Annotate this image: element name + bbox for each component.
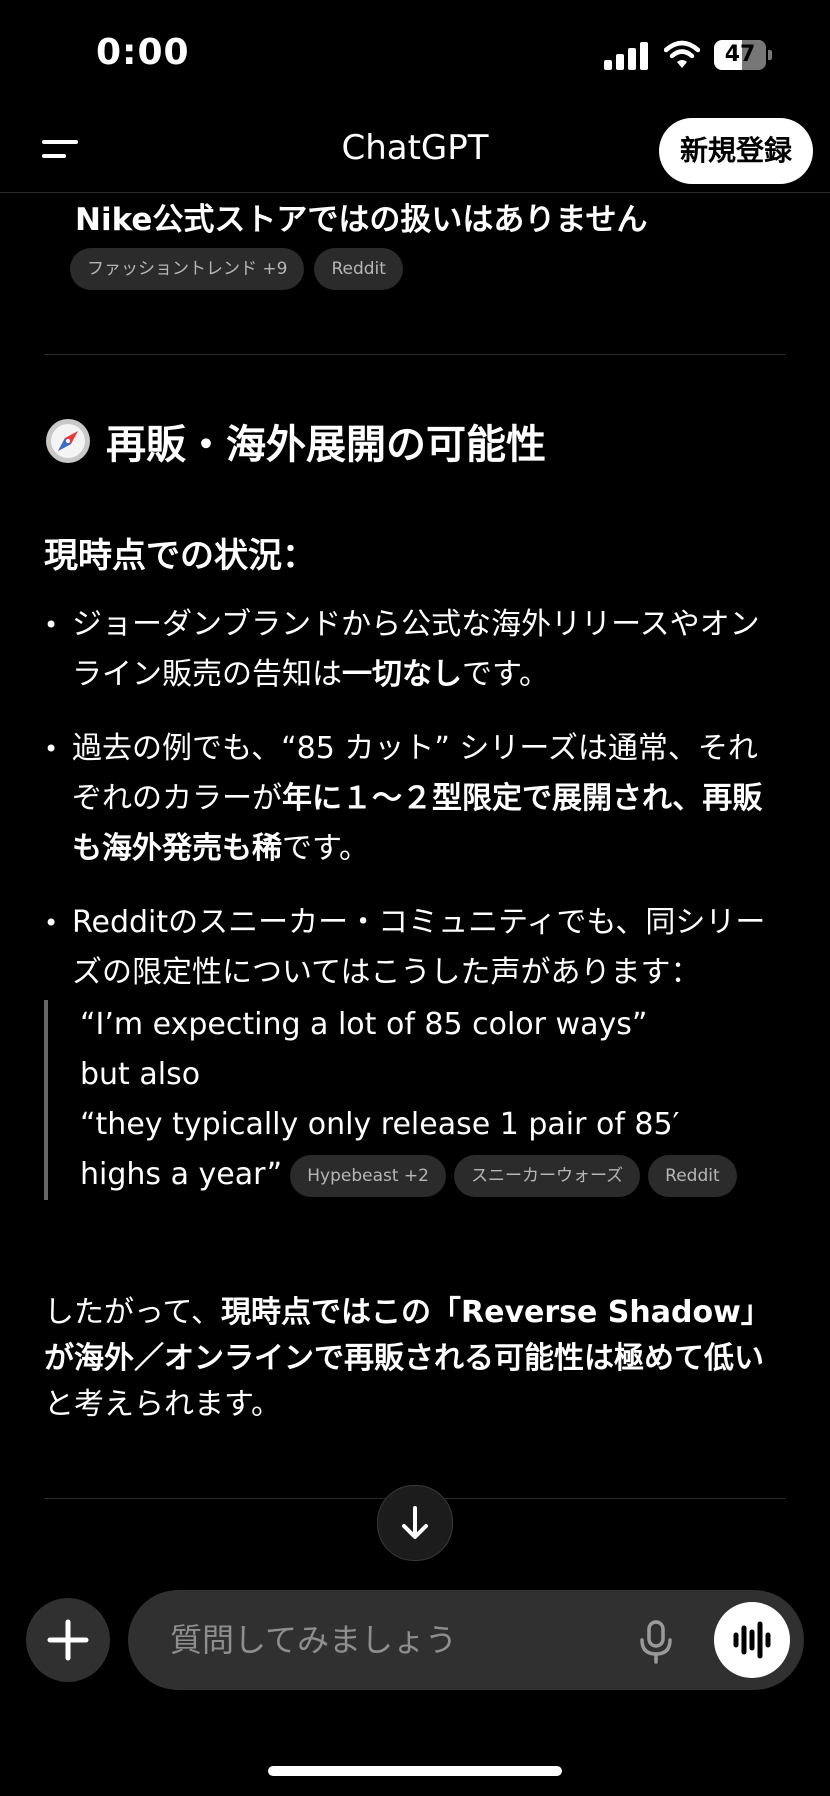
source-chip[interactable]: Hypebeast +2 <box>290 1154 446 1197</box>
message-input[interactable]: 質問してみましょう <box>128 1590 804 1690</box>
status-bar: 0:00 47 <box>0 0 830 110</box>
quote-line: highs a year” <box>80 1157 283 1192</box>
input-placeholder: 質問してみましょう <box>170 1621 458 1659</box>
plus-icon <box>47 1619 89 1661</box>
section-heading: 再販・海外展開の可能性 <box>44 412 546 470</box>
attach-button[interactable] <box>26 1598 110 1682</box>
signup-button[interactable]: 新規登録 <box>659 118 813 184</box>
bullet-bold-text: 一切なし <box>342 657 462 692</box>
chat-content: Nike公式ストアではの扱いはありません ファッショントレンド +9 Reddit… <box>0 192 830 1570</box>
battery-icon: 47 <box>714 40 772 70</box>
previous-text-line: Nike公式ストアではの扱いはありません <box>75 202 648 238</box>
source-chip[interactable]: ファッショントレンド +9 <box>70 248 305 290</box>
paragraph-text: と考えられます。 <box>44 1387 281 1422</box>
battery-level: 47 <box>724 42 756 67</box>
bullet-text: です。 <box>282 831 369 866</box>
app-header: ChatGPT 新規登録 <box>0 110 830 193</box>
source-chip-row: ファッショントレンド +9 Reddit <box>70 248 413 290</box>
voice-mode-icon <box>733 1621 771 1659</box>
quote-line: but also <box>80 1057 201 1092</box>
paragraph-text: したがって、 <box>44 1295 221 1330</box>
source-chip[interactable]: スニーカーウォーズ <box>453 1154 641 1197</box>
source-chip[interactable]: Reddit <box>648 1154 737 1197</box>
conclusion-paragraph: したがって、現時点ではこの「Reverse Shadow」が海外／オンラインで再… <box>44 1290 786 1428</box>
bullet-list: ジョーダンブランドから公式な海外リリースやオンライン販売の告知は一切なしです。 … <box>44 600 786 1224</box>
list-item: 過去の例でも、“85 カット” シリーズは通常、それぞれのカラーが年に１～２型限… <box>44 724 786 874</box>
list-item: ジョーダンブランドから公式な海外リリースやオンライン販売の告知は一切なしです。 <box>44 600 786 700</box>
cellular-signal-icon <box>604 42 650 70</box>
quote-line: “they typically only release 1 pair of 8… <box>80 1107 680 1142</box>
next-section-heading-partial: 価格 <box>44 1564 124 1570</box>
arrow-down-icon <box>402 1506 428 1539</box>
compass-icon <box>46 419 90 463</box>
section-title: 再販・海外展開の可能性 <box>106 422 546 468</box>
scroll-to-bottom-button[interactable] <box>377 1485 453 1561</box>
wifi-icon <box>664 40 700 68</box>
voice-mode-button[interactable] <box>714 1602 790 1678</box>
bullet-text: Redditのスニーカー・コミュニティでも、同シリーズの限定性についてはこうした… <box>72 905 766 990</box>
microphone-icon[interactable] <box>636 1620 676 1664</box>
status-time: 0:00 <box>96 32 190 73</box>
list-item: Redditのスニーカー・コミュニティでも、同シリーズの限定性についてはこうした… <box>44 898 786 1200</box>
quote-line: “I’m expecting a lot of 85 color ways” <box>80 1007 648 1042</box>
source-chip[interactable]: Reddit <box>314 248 403 290</box>
section-divider <box>44 354 786 355</box>
home-indicator <box>268 1766 562 1776</box>
subheading: 現時点での状況： <box>44 536 316 576</box>
bullet-text: です。 <box>462 657 549 692</box>
blockquote: “I’m expecting a lot of 85 color ways” b… <box>44 1000 786 1200</box>
